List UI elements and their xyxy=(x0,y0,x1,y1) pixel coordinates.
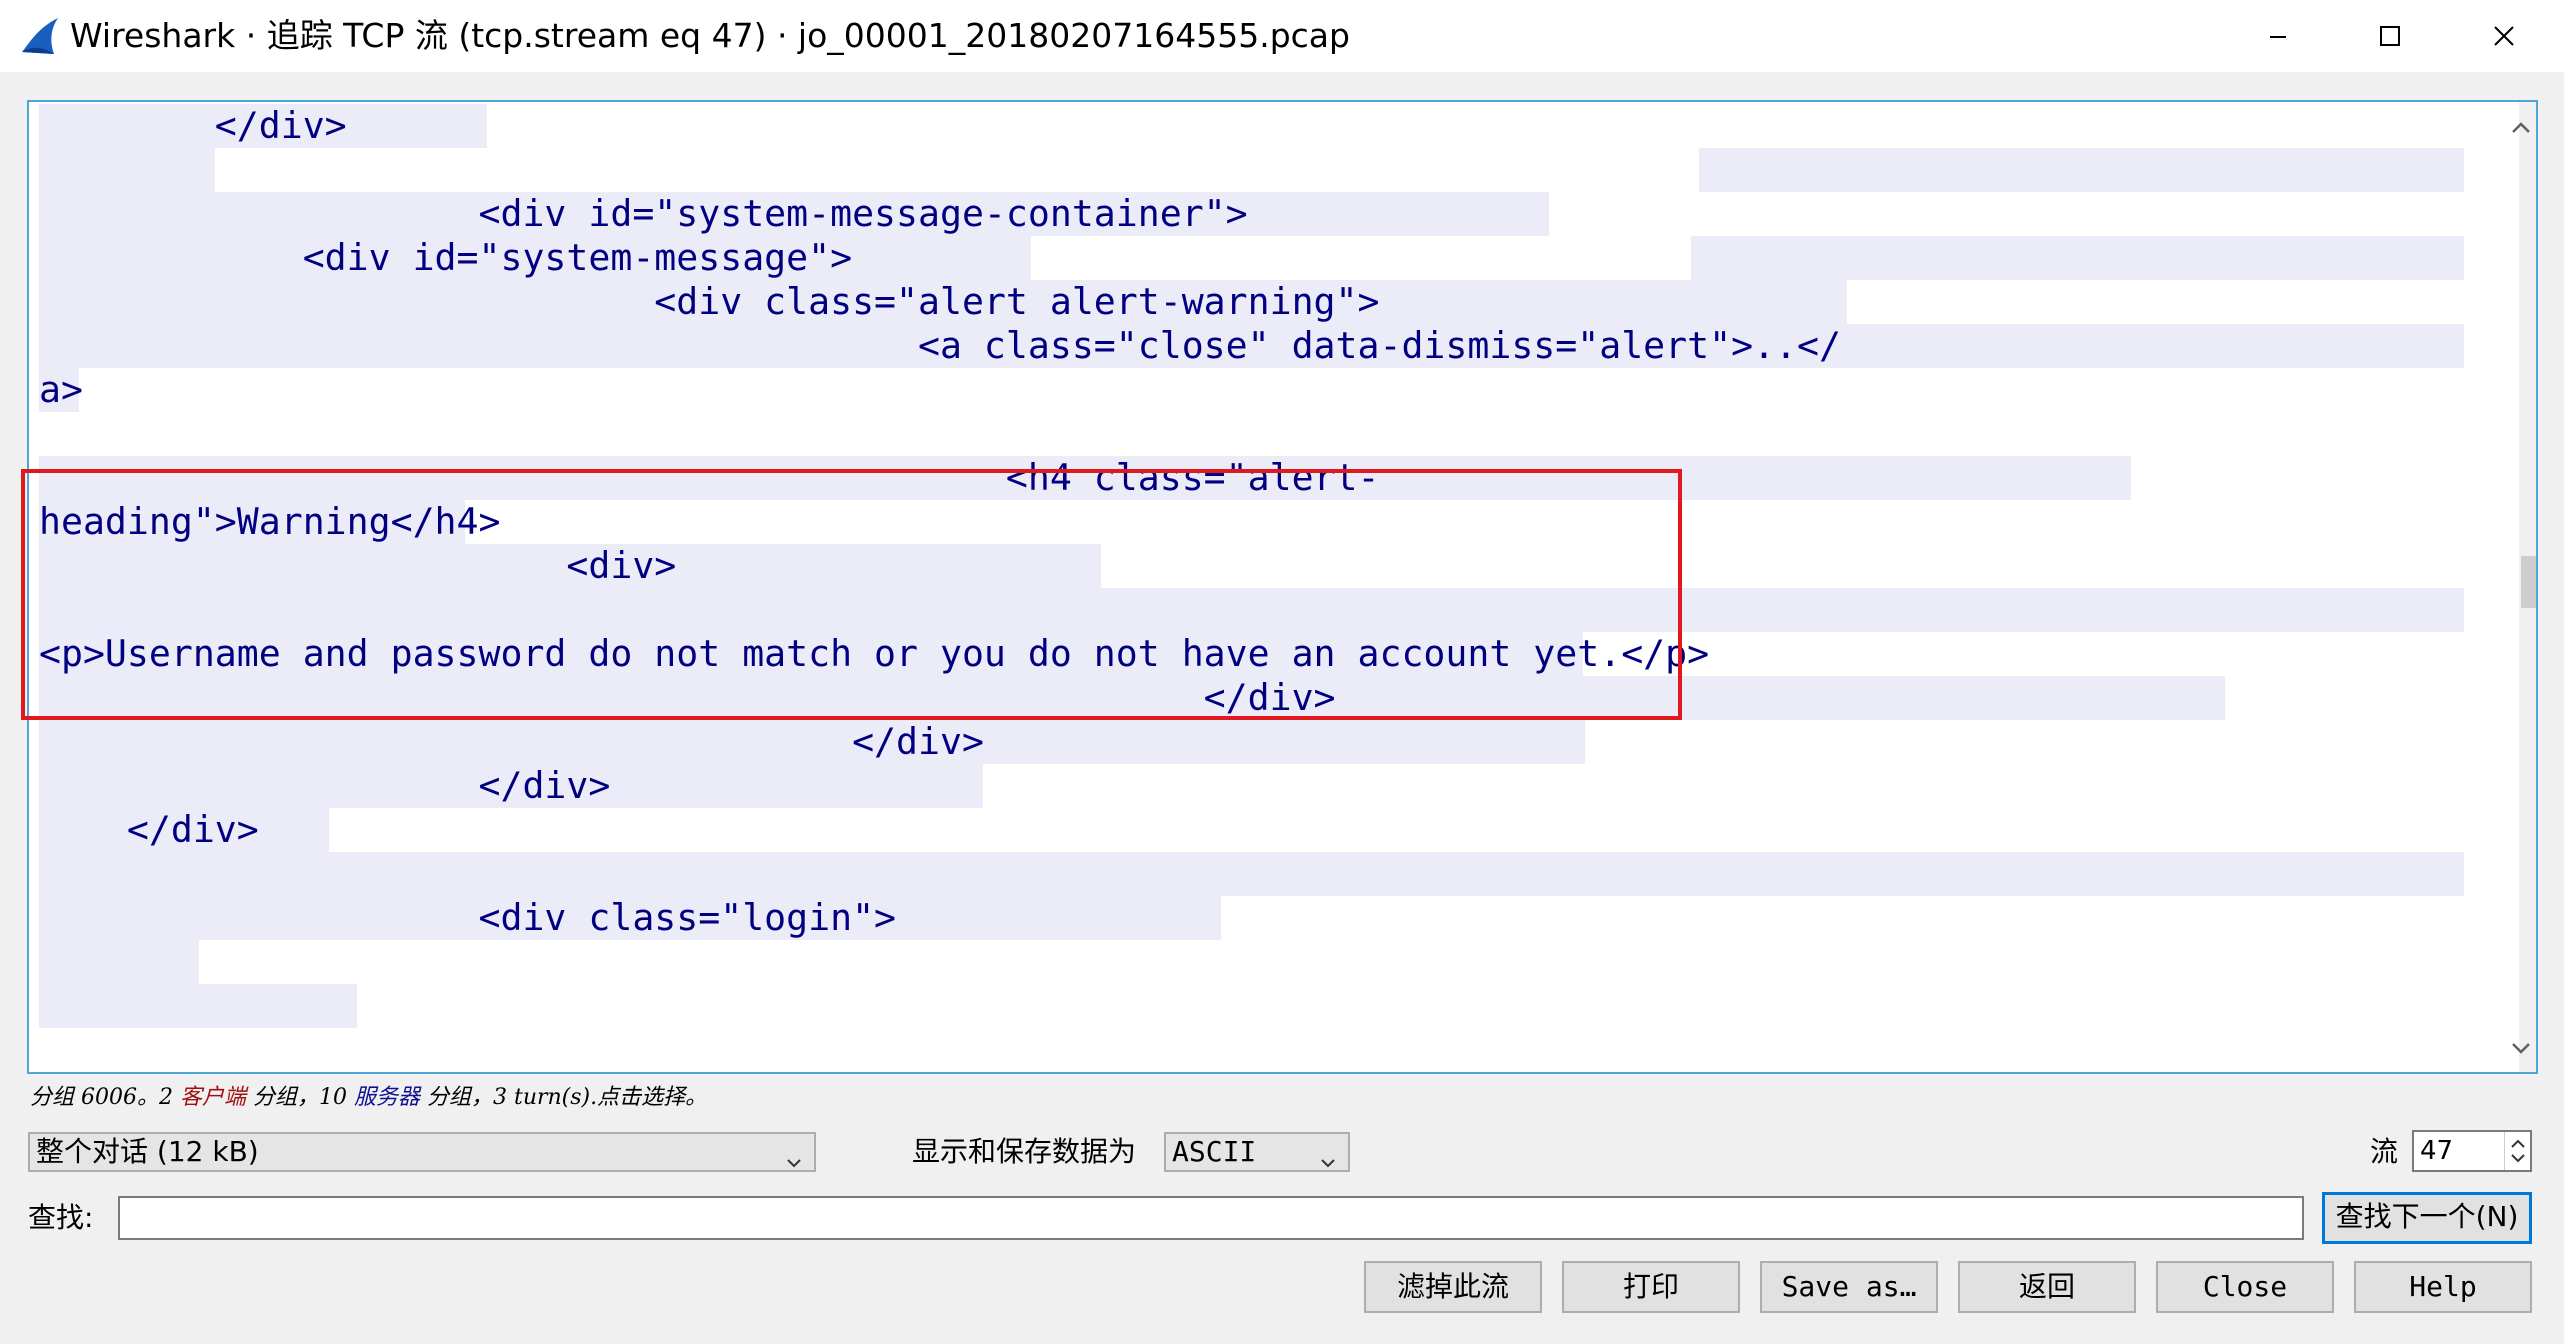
selection-highlight xyxy=(39,984,357,1028)
selection-highlight xyxy=(1691,236,2464,280)
status-text: 分组 6006。2 xyxy=(30,1085,180,1110)
stream-line[interactable]: </div> xyxy=(39,676,1336,720)
format-select[interactable]: ASCII xyxy=(1164,1132,1350,1172)
stream-number-label: 流 xyxy=(2370,1135,2399,1168)
stream-line[interactable]: <div> xyxy=(39,544,676,588)
print-button[interactable]: 打印 xyxy=(1562,1261,1740,1313)
selection-highlight xyxy=(39,148,215,192)
wireshark-fin-icon xyxy=(20,16,62,56)
close-button[interactable]: Close xyxy=(2156,1261,2334,1313)
stream-text-pane[interactable]: </div> <div id="system-message-container… xyxy=(27,100,2538,1074)
stream-line[interactable]: heading">Warning</h4> xyxy=(39,500,500,544)
stream-line[interactable]: <a class="close" data-dismiss="alert">..… xyxy=(39,324,1841,368)
stream-number-value: 47 xyxy=(2420,1136,2454,1166)
selection-highlight xyxy=(39,588,2464,632)
conversation-select[interactable]: 整个对话 (12 kB) xyxy=(28,1132,816,1172)
filter-out-stream-button[interactable]: 滤掉此流 xyxy=(1364,1261,1542,1313)
conversation-select-value: 整个对话 (12 kB) xyxy=(36,1135,259,1168)
stream-line[interactable]: <p>Username and password do not match or… xyxy=(39,632,1709,676)
maximize-icon[interactable] xyxy=(2336,0,2444,72)
stream-line[interactable]: </div> xyxy=(39,808,259,852)
stream-line[interactable]: <div class="login"> xyxy=(39,896,896,940)
chevron-down-icon xyxy=(1320,1144,1336,1168)
close-icon[interactable] xyxy=(2450,0,2558,72)
stream-content[interactable]: </div> <div id="system-message-container… xyxy=(39,104,2464,1070)
stream-line[interactable]: <h4 class="alert- xyxy=(39,456,1380,500)
scroll-down-icon[interactable] xyxy=(2505,1032,2536,1064)
stream-number-spinbox[interactable]: 47 xyxy=(2412,1130,2532,1172)
find-input[interactable] xyxy=(118,1196,2304,1240)
window-title: Wireshark · 追踪 TCP 流 (tcp.stream eq 47) … xyxy=(70,16,1350,55)
selection-highlight xyxy=(39,852,2464,896)
stream-line[interactable]: </div> xyxy=(39,720,984,764)
selection-highlight xyxy=(39,940,199,984)
title-bar: Wireshark · 追踪 TCP 流 (tcp.stream eq 47) … xyxy=(0,0,2564,72)
stream-line[interactable]: </div> xyxy=(39,104,347,148)
status-text: 分组，10 xyxy=(246,1085,354,1110)
find-next-button[interactable]: 查找下一个(N) xyxy=(2322,1192,2532,1244)
back-button[interactable]: 返回 xyxy=(1958,1261,2136,1313)
save-as-button[interactable]: Save as… xyxy=(1760,1261,1938,1313)
stream-line[interactable]: <div id="system-message-container"> xyxy=(39,192,1247,236)
stream-line[interactable]: <div id="system-message"> xyxy=(39,236,852,280)
spin-arrows-icon[interactable] xyxy=(2504,1132,2530,1170)
server-label[interactable]: 服务器 xyxy=(354,1085,420,1110)
stream-line[interactable]: a> xyxy=(39,368,83,412)
status-text: 分组，3 turn(s).点击选择。 xyxy=(420,1085,708,1110)
stream-line[interactable]: </div> xyxy=(39,764,610,808)
selection-highlight xyxy=(1699,148,2464,192)
scroll-up-icon[interactable] xyxy=(2505,112,2536,144)
scrollbar-thumb[interactable] xyxy=(2521,556,2536,608)
help-button[interactable]: Help xyxy=(2354,1261,2532,1313)
find-label: 查找: xyxy=(28,1201,94,1234)
chevron-down-icon xyxy=(786,1144,802,1168)
stream-status-text: 分组 6006。2 客户端 分组，10 服务器 分组，3 turn(s).点击选… xyxy=(30,1083,707,1113)
minimize-icon[interactable] xyxy=(2224,0,2332,72)
format-select-value: ASCII xyxy=(1172,1135,1257,1168)
stream-line[interactable]: <div class="alert alert-warning"> xyxy=(39,280,1379,324)
client-label[interactable]: 客户端 xyxy=(180,1085,246,1110)
show-save-label: 显示和保存数据为 xyxy=(912,1135,1137,1168)
